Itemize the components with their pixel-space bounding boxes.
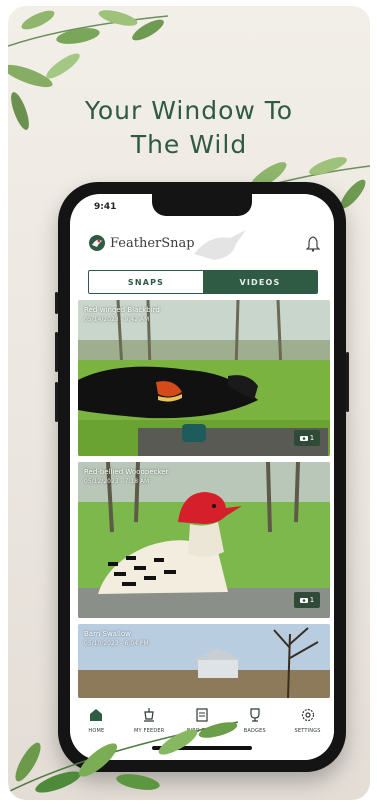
snap-photo: [78, 300, 330, 456]
tab-snaps[interactable]: SNAPS: [89, 271, 203, 293]
status-time: 9:41: [94, 202, 117, 212]
gear-icon: [301, 708, 314, 722]
app-store-card: Your Window To The Wild 9:41 FeatherSnap: [8, 6, 370, 800]
notification-bell-icon[interactable]: [306, 236, 320, 252]
nav-settings[interactable]: SETTINGS: [284, 706, 332, 760]
headline-line-1: Your Window To: [84, 96, 294, 125]
snap-title: Red-winged Blackbird: [84, 306, 160, 314]
camera-icon: [299, 598, 308, 603]
leaf-decoration-bottom: [8, 721, 239, 793]
badge-icon: [250, 708, 260, 722]
tab-videos[interactable]: VIDEOS: [203, 271, 317, 293]
snap-card-woodpecker[interactable]: Red-bellied Woodpecker 05/12/2023 - 7:18…: [78, 462, 330, 618]
bird-watermark-icon: [194, 230, 246, 260]
snap-date: 05/10/2023 - 6:04 PM: [84, 640, 149, 647]
snap-count: 1: [309, 434, 315, 442]
snap-date: 05/12/2023 - 7:18 AM: [84, 478, 150, 485]
snap-title: Red-bellied Woodpecker: [84, 468, 169, 476]
snap-card-barn[interactable]: Barn Swallow 05/10/2023 - 6:04 PM: [78, 624, 330, 698]
media-tabs: SNAPS VIDEOS: [88, 270, 318, 294]
snap-count-badge[interactable]: 1: [294, 592, 320, 608]
snap-feed: Red-winged Blackbird 05/14/2023 - 9:42 A…: [78, 300, 330, 704]
phone-frame: 9:41 FeatherSnap SNAPS VIDEOS Red-winged…: [55, 182, 349, 772]
snap-title: Barn Swallow: [84, 630, 131, 638]
feathersnap-logo-icon: [89, 235, 105, 251]
phone-notch: [152, 194, 252, 216]
app-name: FeatherSnap: [110, 236, 195, 251]
snap-count-badge[interactable]: 1: [294, 430, 320, 446]
snap-photo: [78, 462, 330, 618]
camera-icon: [299, 436, 308, 441]
snap-count: 1: [309, 596, 315, 604]
snap-card-blackbird[interactable]: Red-winged Blackbird 05/14/2023 - 9:42 A…: [78, 300, 330, 456]
snap-date: 05/14/2023 - 9:42 AM: [84, 316, 150, 323]
app-header: FeatherSnap: [70, 228, 334, 262]
phone-screen: 9:41 FeatherSnap SNAPS VIDEOS Red-winged…: [70, 194, 334, 760]
nav-label: SETTINGS: [294, 728, 321, 734]
